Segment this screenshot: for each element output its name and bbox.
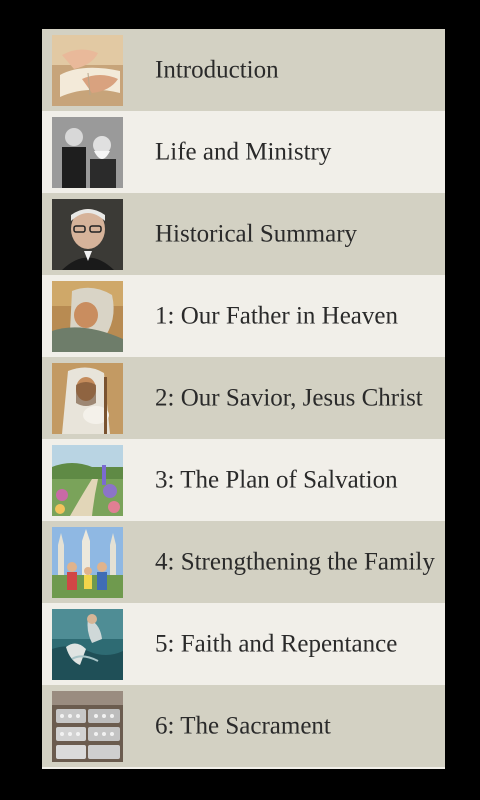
chapter-item-life-and-ministry[interactable]: Life and Ministry bbox=[42, 111, 445, 193]
chapter-item-our-father-in-heaven[interactable]: 1: Our Father in Heaven bbox=[42, 275, 445, 357]
chapter-label: 6: The Sacrament bbox=[155, 712, 331, 740]
chapter-label: 3: The Plan of Salvation bbox=[155, 466, 398, 494]
chapter-label: 1: Our Father in Heaven bbox=[155, 302, 398, 330]
chapter-item-our-savior-jesus-christ[interactable]: 2: Our Savior, Jesus Christ bbox=[42, 357, 445, 439]
chapter-item-strengthening-the-family[interactable]: 4: Strengthening the Family bbox=[42, 521, 445, 603]
chapter-list: Introduction Life and Ministry Historica… bbox=[42, 29, 445, 769]
hands-reading-book-image bbox=[52, 35, 123, 106]
chapter-item-faith-and-repentance[interactable]: 5: Faith and Repentance bbox=[42, 603, 445, 685]
chapter-label: Historical Summary bbox=[155, 220, 358, 248]
chapter-item-plan-of-salvation[interactable]: 3: The Plan of Salvation bbox=[42, 439, 445, 521]
sacrament-trays-image bbox=[52, 691, 123, 762]
chapter-label: Introduction bbox=[155, 56, 279, 84]
chapter-label: 2: Our Savior, Jesus Christ bbox=[155, 384, 423, 412]
garden-path-image bbox=[52, 445, 123, 516]
painted-father-figure-image bbox=[52, 281, 123, 352]
figure-in-water-image bbox=[52, 609, 123, 680]
elderly-man-portrait-image bbox=[52, 199, 123, 270]
two-men-portrait-image bbox=[52, 117, 123, 188]
shepherd-with-lamb-image bbox=[52, 363, 123, 434]
chapter-label: Life and Ministry bbox=[155, 138, 332, 166]
chapter-label: 4: Strengthening the Family bbox=[155, 548, 435, 576]
chapter-item-introduction[interactable]: Introduction bbox=[42, 29, 445, 111]
family-at-temple-image bbox=[52, 527, 123, 598]
chapter-item-historical-summary[interactable]: Historical Summary bbox=[42, 193, 445, 275]
chapter-item-the-sacrament[interactable]: 6: The Sacrament bbox=[42, 685, 445, 767]
chapter-label: 5: Faith and Repentance bbox=[155, 630, 398, 658]
